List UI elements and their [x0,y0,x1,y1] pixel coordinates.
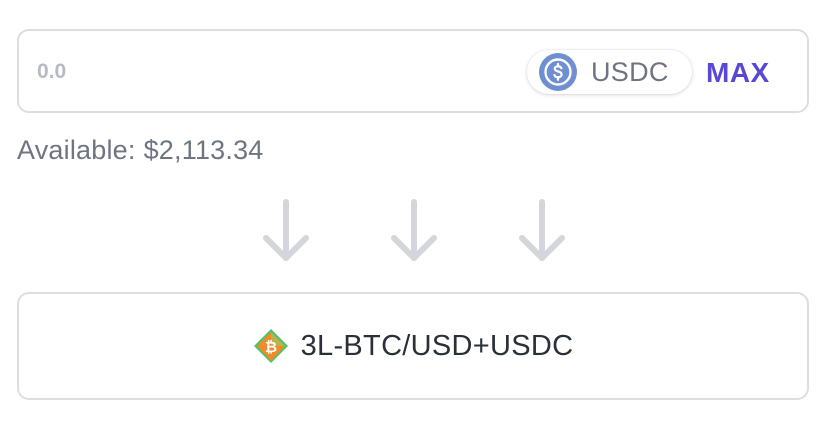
available-value: $2,113.34 [143,135,264,165]
arrow-down-icon [261,198,311,264]
swap-form: USDC MAX Available:$2,113.34 ₿ [0,0,832,422]
bitcoin-leveraged-icon: ₿ [253,328,289,364]
svg-text:₿: ₿ [264,338,276,356]
available-label: Available: [17,135,136,165]
usdc-coin-icon [539,53,577,91]
arrow-down-icon [389,198,439,264]
arrow-down-icon [517,198,567,264]
max-button[interactable]: MAX [706,53,770,93]
output-token-box[interactable]: ₿ 3L-BTC/USD+USDC [17,292,809,400]
token-selector[interactable]: USDC [527,50,692,94]
amount-input[interactable] [37,55,417,89]
token-symbol: USDC [591,56,669,87]
available-balance: Available: $2,113.34 [17,135,264,166]
output-token-label: 3L-BTC/USD+USDC [300,329,574,362]
amount-input-box: USDC MAX [17,29,809,113]
